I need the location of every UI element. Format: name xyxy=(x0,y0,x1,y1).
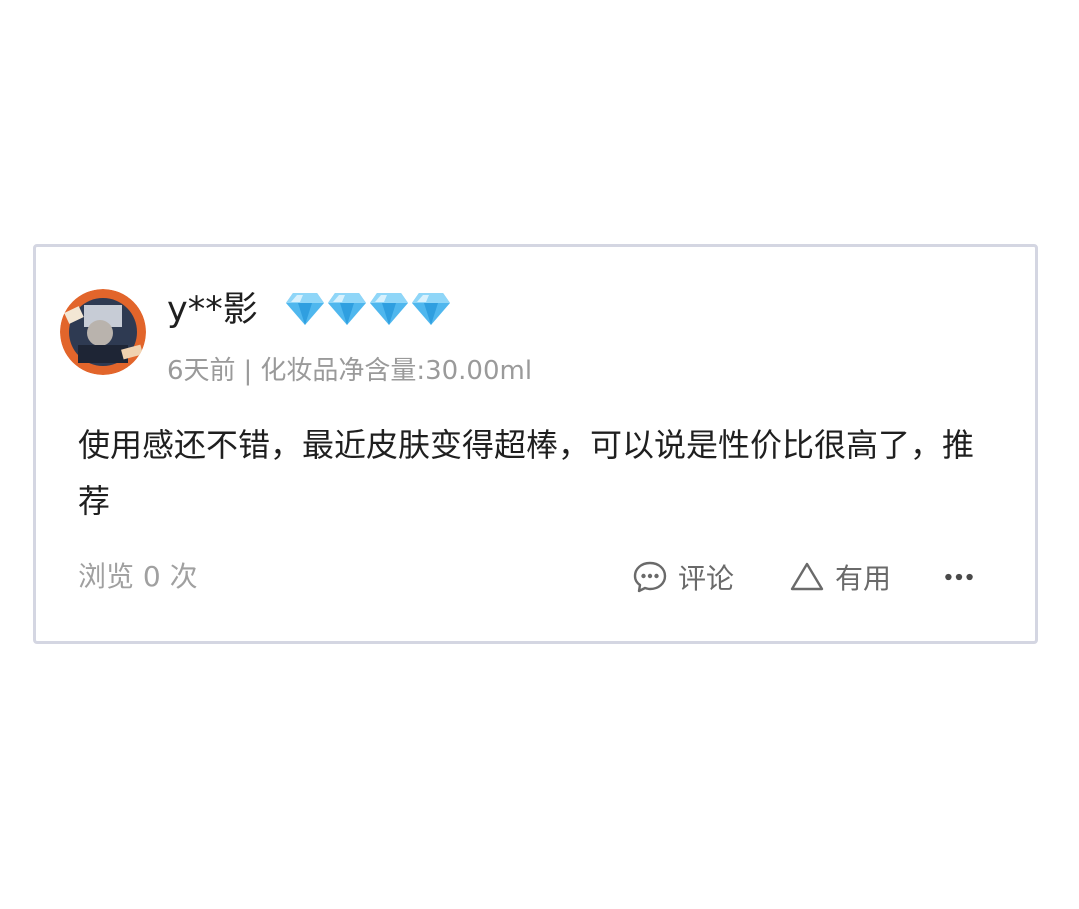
review-meta: 6天前 | 化妆品净含量:30.00ml xyxy=(167,351,532,391)
comment-bubble-icon xyxy=(633,561,667,593)
triangle-thumb-icon xyxy=(790,562,824,591)
diamond-icon xyxy=(286,293,324,325)
product-spec: 化妆品净含量:30.00ml xyxy=(260,356,533,386)
more-dots-icon xyxy=(945,573,973,581)
comment-button[interactable]: 评论 xyxy=(632,555,734,599)
useful-button[interactable]: 有用 xyxy=(789,555,891,599)
review-card: y**影 6天前 | 化妆品净含量:30.00ml 使用感还不错，最近皮肤变得超… xyxy=(33,244,1038,644)
meta-separator: | xyxy=(243,356,253,386)
diamond-icon xyxy=(328,293,366,325)
more-button[interactable] xyxy=(944,555,984,599)
view-count: 浏览 0 次 xyxy=(78,560,198,593)
avatar[interactable] xyxy=(60,289,146,375)
review-text: 使用感还不错，最近皮肤变得超棒，可以说是性价比很高了，推荐 xyxy=(78,426,975,520)
review-time: 6天前 xyxy=(167,356,236,386)
member-level-badges xyxy=(285,291,451,327)
useful-label: 有用 xyxy=(835,562,892,595)
diamond-icon xyxy=(412,293,450,325)
comment-label: 评论 xyxy=(678,562,735,595)
username[interactable]: y**影 xyxy=(167,285,258,335)
diamond-icon xyxy=(370,293,408,325)
